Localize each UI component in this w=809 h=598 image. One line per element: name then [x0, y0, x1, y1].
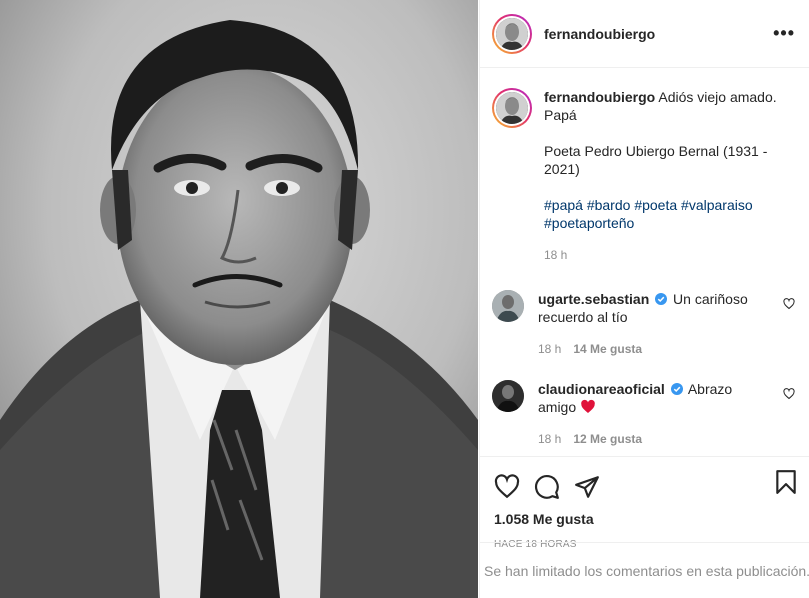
heart-icon[interactable] — [494, 474, 520, 500]
caption-avatar-image — [496, 92, 528, 124]
caption-text-line1: Adiós viejo amado. — [658, 89, 777, 105]
comment-likes[interactable]: 14 Me gusta — [573, 340, 642, 358]
caption-time[interactable]: 18 h — [544, 246, 567, 264]
caption-text-line2: Papá — [544, 107, 577, 123]
caption-username[interactable]: fernandoubiergo — [544, 89, 655, 105]
hashtag-link[interactable]: #bardo — [587, 197, 631, 213]
comment-text: Abrazo — [687, 381, 733, 397]
commenter-avatar-image — [492, 380, 524, 412]
commenter-avatar[interactable] — [492, 380, 524, 412]
comment-like-heart-icon[interactable] — [783, 388, 795, 400]
verified-badge-icon — [655, 293, 668, 305]
paper-plane-icon[interactable] — [574, 474, 600, 500]
more-options-icon[interactable]: ••• — [773, 23, 795, 44]
post-header: fernandoubiergo ••• — [480, 0, 809, 68]
caption-text-line4: 2021) — [544, 161, 580, 177]
comment-text-continued: recuerdo al tío — [538, 309, 628, 325]
caption-avatar[interactable] — [492, 88, 532, 128]
red-heart-emoji-icon — [581, 399, 595, 413]
comment-icon[interactable] — [534, 474, 560, 500]
likes-count[interactable]: 1.058 Me gusta — [494, 511, 795, 527]
comment-likes[interactable]: 12 Me gusta — [573, 430, 642, 448]
post-photo[interactable] — [0, 0, 478, 598]
commenter-avatar[interactable] — [492, 290, 524, 322]
caption: fernandoubiergo Adiós viejo amado. Papá … — [492, 88, 793, 264]
comment-text-continued: amigo — [538, 399, 577, 415]
author-username[interactable]: fernandoubiergo — [544, 26, 773, 42]
comments-section: fernandoubiergo Adiós viejo amado. Papá … — [480, 68, 809, 456]
commenter-avatar-image — [492, 290, 524, 322]
hashtag-link[interactable]: #poeta — [634, 197, 677, 213]
comment-item: claudionareaoficial Abrazo amigo 18 h 12… — [492, 380, 795, 448]
hashtag-link[interactable]: #papá — [544, 197, 583, 213]
comments-limited-text: Se han limitado los comentarios en esta … — [484, 562, 809, 579]
hashtag-link[interactable]: #valparaiso — [681, 197, 753, 213]
comment-time[interactable]: 18 h — [538, 430, 561, 448]
author-avatar-image — [496, 17, 528, 50]
comments-limited-notice: Se han limitado los comentarios en esta … — [480, 542, 809, 598]
comment-text: Un cariñoso — [673, 291, 748, 307]
post-side-panel: fernandoubiergo ••• fernandoubiergo Adió… — [479, 0, 809, 598]
portrait-image — [0, 0, 478, 598]
comment-username[interactable]: claudionareaoficial — [538, 381, 665, 397]
comment-time[interactable]: 18 h — [538, 340, 561, 358]
caption-text-line3: Poeta Pedro Ubiergo Bernal (1931 - — [544, 143, 768, 159]
comment-item: ugarte.sebastian Un cariñoso recuerdo al… — [492, 290, 795, 358]
comment-like-heart-icon[interactable] — [783, 298, 795, 310]
hashtag-link[interactable]: #poetaporteño — [544, 215, 634, 231]
verified-badge-icon — [670, 383, 683, 395]
author-avatar[interactable] — [492, 13, 532, 54]
comment-username[interactable]: ugarte.sebastian — [538, 291, 649, 307]
bookmark-icon[interactable] — [773, 469, 799, 495]
